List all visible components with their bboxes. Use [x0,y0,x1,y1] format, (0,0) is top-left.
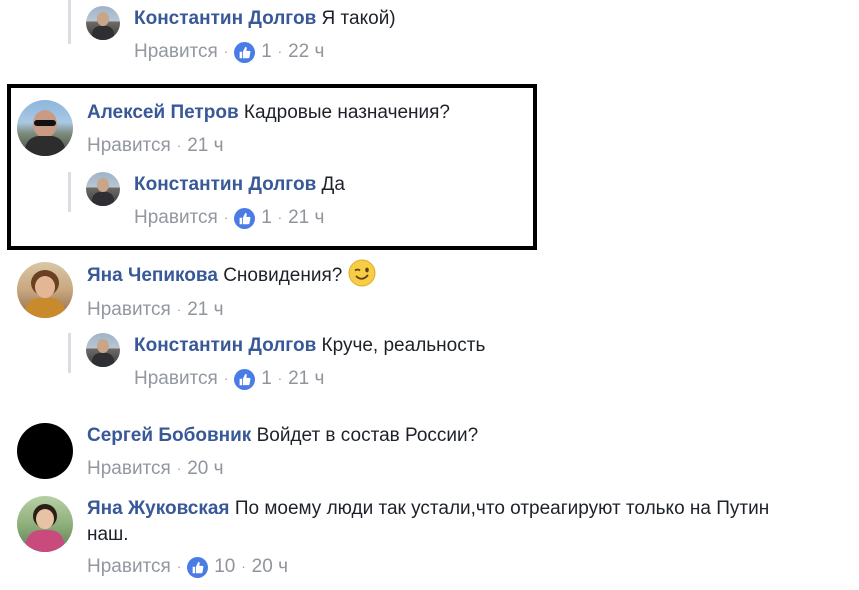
comment-text: Я такой) [321,8,396,29]
comment-text: Круче, реальность [321,335,486,356]
comment-text: По моему люди так устали,что отреагируют… [234,498,770,519]
like-button[interactable]: Нравится [87,456,171,482]
comment-author[interactable]: Яна Жуковская [87,498,230,519]
separator-dot: · [176,302,182,317]
comment: Сергей Бобовник Войдет в состав России? … [17,423,478,482]
separator-dot: · [241,559,246,574]
separator-dot: · [176,559,182,574]
comment: Яна Чепикова Сновидения? Нравится · 21 ч [17,259,376,323]
comment: Яна Жуковская По моему люди так устали,ч… [17,496,769,580]
timestamp[interactable]: 21 ч [187,133,223,159]
avatar[interactable] [17,423,73,479]
like-button[interactable]: Нравится [134,366,218,392]
like-button[interactable]: Нравится [87,554,171,580]
comment-author[interactable]: Константин Долгов [134,174,316,195]
reply-thread-line [68,0,71,44]
like-button[interactable]: Нравится [134,205,218,231]
reaction-count[interactable]: 1 [261,39,272,65]
thumbs-up-icon[interactable] [234,207,256,229]
like-button[interactable]: Нравится [87,133,171,159]
reply-thread-line [68,333,71,373]
reaction-count[interactable]: 1 [261,366,272,392]
separator-dot: · [223,44,229,59]
separator-dot: · [277,44,283,59]
thumbs-up-icon[interactable] [187,556,209,578]
separator-dot: · [176,461,182,476]
comment-text-continued: наш. [87,524,129,545]
separator-dot: · [223,210,229,225]
reaction-count[interactable]: 1 [261,205,272,231]
separator-dot: · [277,210,283,225]
wink-emoji-icon [348,259,376,287]
thumbs-up-icon[interactable] [234,41,256,63]
timestamp[interactable]: 20 ч [252,554,288,580]
avatar[interactable] [86,172,120,206]
timestamp[interactable]: 21 ч [288,366,324,392]
separator-dot: · [277,371,283,386]
separator-dot: · [223,371,229,386]
reply-comment: Константин Долгов Да Нравится · 1 · 21 ч [86,172,345,231]
comment-author[interactable]: Константин Долгов [134,8,316,29]
comment-author[interactable]: Константин Долгов [134,335,316,356]
separator-dot: · [176,138,182,153]
comment: Алексей Петров Кадровые назначения? Нрав… [17,100,450,159]
thumbs-up-icon[interactable] [234,368,256,390]
comment-text: Да [321,174,345,195]
timestamp[interactable]: 20 ч [187,456,223,482]
avatar[interactable] [86,6,120,40]
reaction-count[interactable]: 10 [214,554,235,580]
comment-author[interactable]: Сергей Бобовник [87,425,251,446]
avatar[interactable] [17,496,73,552]
comment-text: Войдет в состав России? [256,425,479,446]
like-button[interactable]: Нравится [87,297,171,323]
avatar[interactable] [86,333,120,367]
comment-text: Сновидения? [223,265,343,287]
timestamp[interactable]: 21 ч [288,205,324,231]
comment-author[interactable]: Яна Чепикова [87,265,218,286]
avatar[interactable] [17,262,73,318]
like-button[interactable]: Нравится [134,39,218,65]
avatar[interactable] [17,100,73,156]
timestamp[interactable]: 22 ч [288,39,324,65]
reply-comment: Константин Долгов Круче, реальность Нрав… [86,333,485,392]
reply-comment: Константин Долгов Я такой) Нравится · 1 … [86,6,396,65]
reply-thread-line [68,172,71,212]
comment-author[interactable]: Алексей Петров [87,102,239,123]
timestamp[interactable]: 21 ч [187,297,223,323]
comment-text: Кадровые назначения? [243,102,450,123]
